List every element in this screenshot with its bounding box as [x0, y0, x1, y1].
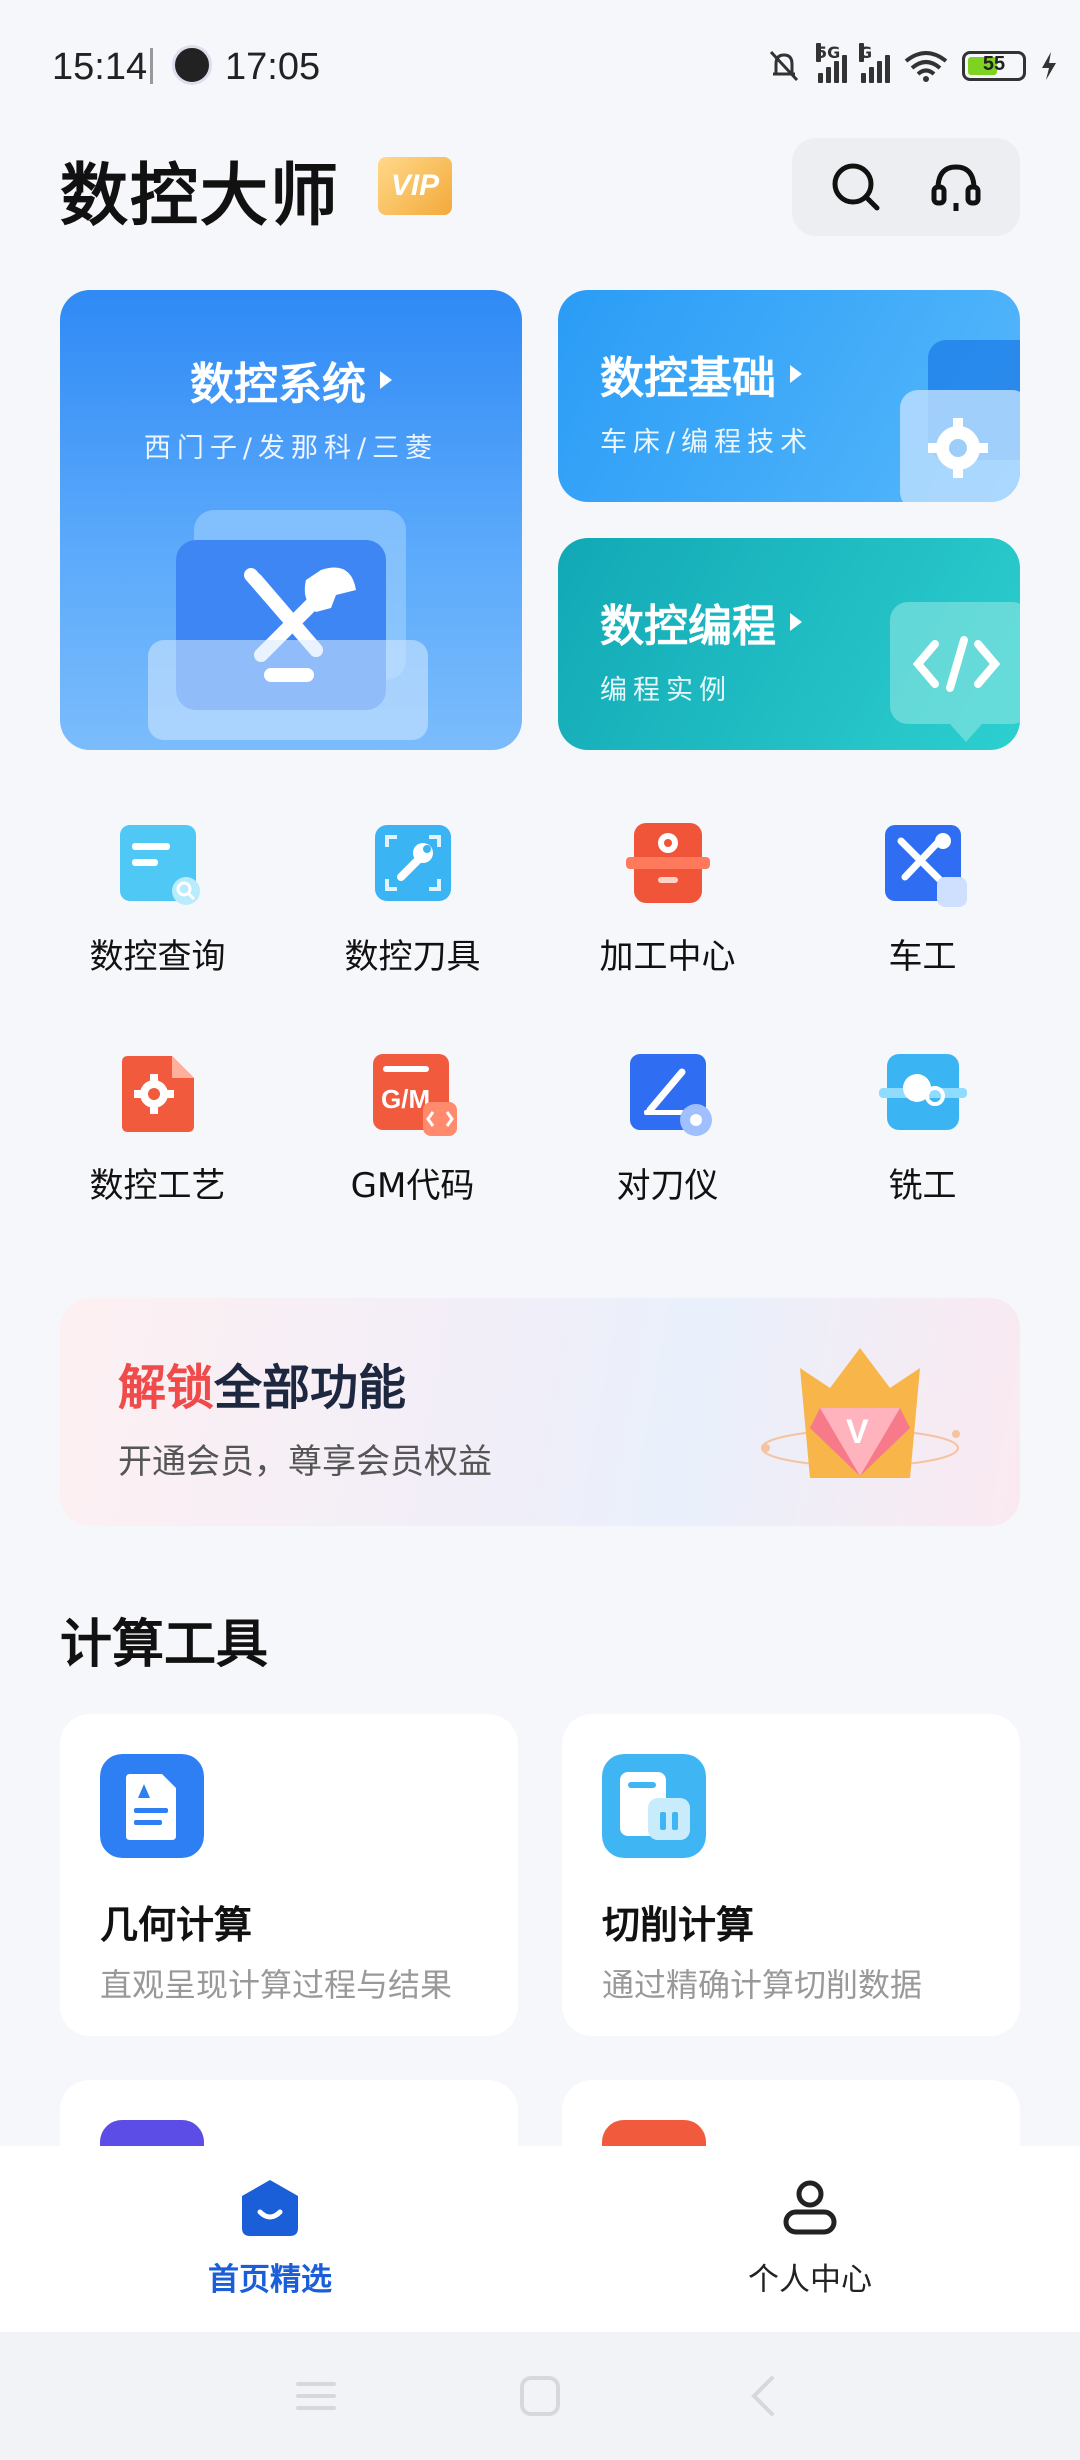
- grid-item-gm-code[interactable]: G/M GM代码: [285, 1044, 540, 1207]
- gear-icon: [900, 340, 1020, 502]
- tab-profile[interactable]: 个人中心: [540, 2146, 1080, 2332]
- grid-item-label: 数控查询: [89, 937, 226, 977]
- tool-card-cutting[interactable]: 切削计算 通过精确计算切削数据: [562, 1714, 1020, 2036]
- card-title: 数控编程: [600, 601, 776, 652]
- grid-item-turning[interactable]: 车工: [795, 815, 1050, 978]
- signal-bar: [861, 73, 866, 83]
- signal-bar: [877, 61, 882, 83]
- signal-g-icon: G: [859, 43, 890, 83]
- signal-bar: [818, 73, 823, 83]
- tab-home[interactable]: 首页精选: [0, 2146, 540, 2332]
- status-time: 15:14: [52, 46, 148, 88]
- arrow-right-icon: [790, 613, 802, 631]
- document-icon: [100, 1754, 204, 1858]
- tool-description: 通过精确计算切削数据: [602, 1966, 923, 2004]
- app-title: 数控大师: [60, 157, 341, 236]
- grid-item-milling[interactable]: 铣工: [795, 1044, 1050, 1207]
- card-cnc-system[interactable]: 数控系统 西门子/发那科/三菱: [60, 290, 522, 750]
- card-title: 数控系统: [190, 359, 366, 410]
- promo-subtitle: 开通会员，尊享会员权益: [118, 1442, 492, 1482]
- grid-item-cnc-query[interactable]: 数控查询: [30, 815, 285, 978]
- signal-bar: [869, 67, 874, 83]
- svg-text:V: V: [846, 1413, 869, 1451]
- card-subtitle: 编程实例: [600, 675, 732, 706]
- gm-code-icon: G/M: [372, 1054, 457, 1136]
- tools-folder-icon: [148, 510, 428, 740]
- query-icon: [119, 825, 200, 905]
- home-icon: [242, 2180, 298, 2236]
- tool-description: 直观呈现计算过程与结果: [100, 1966, 453, 2004]
- system-nav-bar: [0, 2332, 1080, 2460]
- battery-icon: 55: [962, 51, 1026, 81]
- battery-percent: 55: [982, 53, 1006, 75]
- header-actions: [792, 138, 1020, 236]
- tool-setter-icon: [629, 1054, 712, 1136]
- back-key-icon[interactable]: [742, 2374, 786, 2418]
- signal-bar: [885, 55, 890, 83]
- grid-item-cnc-tools[interactable]: 数控刀具: [285, 815, 540, 978]
- mute-bell-icon: [769, 50, 799, 82]
- arrow-right-icon: [790, 365, 802, 383]
- category-grid: 数控查询 数控刀具 加工中心 车工 数控工艺 G/M GM代码 对刀仪 铣工: [30, 815, 1050, 1207]
- promo-headline-red: 解锁: [118, 1360, 215, 1416]
- card-cnc-programming[interactable]: 数控编程 编程实例: [558, 538, 1020, 750]
- grid-item-label: 车工: [888, 937, 957, 977]
- card-subtitle: 西门子/发那科/三菱: [143, 433, 439, 464]
- signal-5g-icon: 5G: [816, 43, 847, 83]
- search-icon[interactable]: [824, 155, 888, 219]
- process-gear-icon: [121, 1056, 194, 1132]
- grid-item-label: GM代码: [350, 1166, 475, 1206]
- clock-app-time: 17:05: [225, 46, 321, 88]
- tool-name: 几何计算: [100, 1903, 253, 1947]
- code-icon: [890, 602, 1020, 742]
- calc-doc-icon: [602, 1754, 706, 1858]
- menu-key-icon[interactable]: [294, 2374, 338, 2418]
- clock-app-icon: [172, 45, 212, 85]
- headset-icon[interactable]: [924, 155, 988, 219]
- card-cnc-basics[interactable]: 数控基础 车床/编程技术: [558, 290, 1020, 502]
- vip-badge[interactable]: VIP: [378, 157, 452, 215]
- signal-5g-label: 5G: [816, 43, 841, 62]
- status-icons: 5G G 55: [764, 43, 1058, 88]
- grid-item-cnc-process[interactable]: 数控工艺: [30, 1044, 285, 1207]
- tool-name: 切削计算: [602, 1903, 755, 1947]
- grid-item-tool-setter[interactable]: 对刀仪: [540, 1044, 795, 1207]
- lathe-tools-icon: [884, 825, 967, 907]
- promo-headline-dark: 全部功能: [214, 1360, 407, 1416]
- grid-item-label: 铣工: [888, 1166, 957, 1206]
- grid-item-machining-center[interactable]: 加工中心: [540, 815, 795, 978]
- grid-item-label: 对刀仪: [616, 1166, 719, 1206]
- signal-g-label: G: [859, 43, 873, 62]
- svg-text:G/M: G/M: [381, 1084, 430, 1114]
- arrow-right-icon: [380, 371, 392, 389]
- wifi-icon: [904, 51, 948, 82]
- home-key-icon[interactable]: [518, 2374, 562, 2418]
- status-bar: 15:14 17:05 5G G 55: [0, 0, 1080, 130]
- tab-profile-label: 个人中心: [748, 2262, 872, 2298]
- signal-bar: [842, 55, 847, 83]
- wrench-scan-icon: [374, 825, 451, 901]
- promo-headline: 解锁全部功能: [118, 1348, 406, 1418]
- signal-bar: [826, 67, 831, 83]
- diamond-crown-icon: V: [761, 1348, 960, 1478]
- tool-card-geometry[interactable]: 几何计算 直观呈现计算过程与结果: [60, 1714, 518, 2036]
- machining-center-icon: [625, 823, 710, 903]
- vip-promo-banner[interactable]: 解锁全部功能 开通会员，尊享会员权益 V: [60, 1298, 1020, 1526]
- grid-item-label: 加工中心: [599, 937, 736, 977]
- card-title: 数控基础: [600, 353, 776, 404]
- signal-bar: [834, 61, 839, 83]
- section-title: 计算工具: [60, 1615, 269, 1675]
- card-subtitle: 车床/编程技术: [600, 427, 814, 458]
- charging-icon: [1042, 52, 1056, 80]
- user-icon: [783, 2180, 837, 2235]
- status-divider: [150, 48, 153, 84]
- tab-home-label: 首页精选: [208, 2262, 332, 2298]
- bottom-nav: 首页精选 个人中心: [0, 2146, 1080, 2332]
- grid-item-label: 数控刀具: [344, 937, 481, 977]
- milling-icon: [878, 1054, 967, 1130]
- grid-item-label: 数控工艺: [89, 1166, 226, 1206]
